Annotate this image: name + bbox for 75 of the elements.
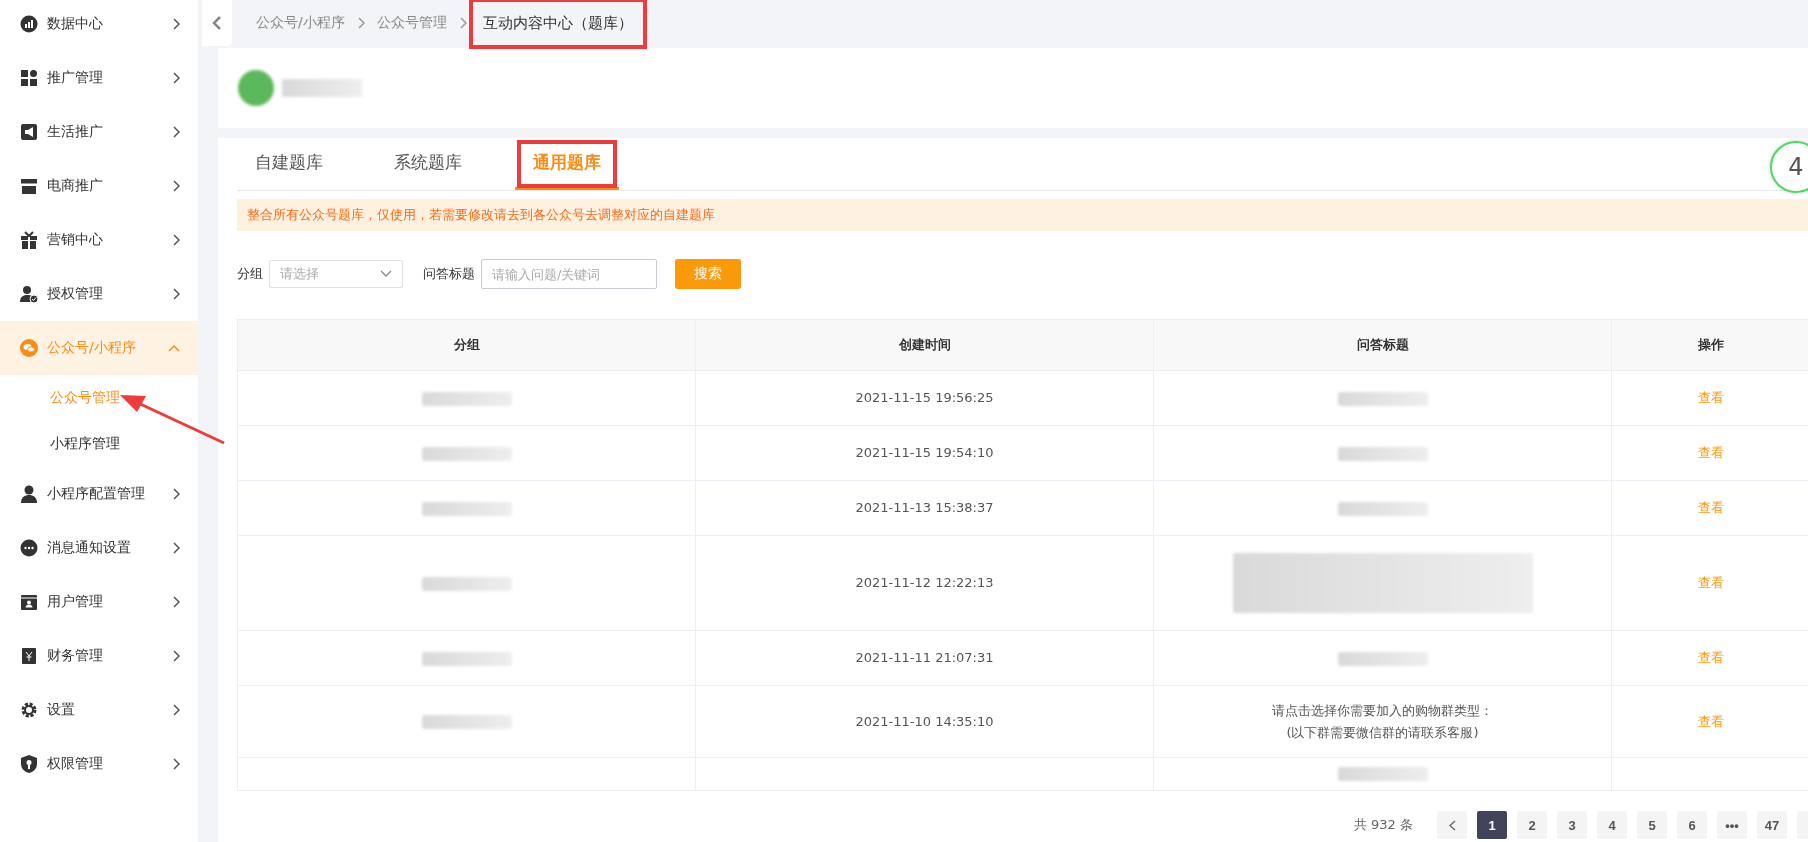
sidebar-item[interactable]: 财务管理: [0, 629, 198, 683]
chevron-right-icon: [172, 72, 180, 84]
chevron-right-icon: [458, 17, 467, 29]
bubble-icon: [20, 539, 38, 557]
chart-icon: [20, 15, 38, 33]
yen-icon: [20, 647, 38, 665]
shield-icon: [20, 755, 38, 773]
table-cell: 2021-11-15 19:56:25: [695, 370, 1154, 426]
chevron-right-icon: [172, 234, 180, 246]
chevron-down-icon: [380, 270, 392, 278]
store-icon: [20, 177, 38, 195]
chevron-right-icon: [172, 488, 180, 500]
sidebar-item[interactable]: 电商推广: [0, 159, 198, 213]
page-button[interactable]: 1: [1477, 811, 1507, 839]
sidebar-item[interactable]: 小程序配置管理: [0, 467, 198, 521]
chevron-left-icon: [212, 15, 222, 31]
megaphone-icon: [20, 123, 38, 141]
avatar-placeholder: [238, 70, 274, 106]
sidebar-subitem[interactable]: 小程序管理: [0, 421, 198, 467]
column-header: 问答标题: [1153, 319, 1612, 371]
floating-badge[interactable]: 4: [1770, 141, 1808, 193]
grid-icon: [20, 69, 38, 87]
sidebar-item[interactable]: 推广管理: [0, 51, 198, 105]
chevron-up-icon: [168, 344, 180, 352]
page-button[interactable]: 2: [1517, 811, 1547, 839]
sidebar-item[interactable]: 生活推广: [0, 105, 198, 159]
sidebar-item[interactable]: 消息通知设置: [0, 521, 198, 575]
table-cell: 2021-11-12 12:22:13: [695, 535, 1154, 631]
chevron-right-icon: [172, 288, 180, 300]
column-header: 分组: [237, 319, 696, 371]
user-check-icon: [20, 285, 38, 303]
chevron-right-icon: [172, 704, 180, 716]
column-header: 操作: [1611, 319, 1808, 371]
notice-banner: 整合所有公众号题库，仅使用，若需要修改请去到各公众号去调整对应的自建题库: [237, 199, 1808, 231]
filter-label: 问答标题: [423, 265, 475, 283]
page-button[interactable]: 47: [1757, 811, 1787, 839]
chevron-left-icon: [1448, 819, 1456, 831]
page-button[interactable]: 6: [1677, 811, 1707, 839]
gear-icon: [20, 701, 38, 719]
tab[interactable]: 自建题库: [237, 138, 341, 190]
chevron-right-icon: [172, 126, 180, 138]
chevron-right-icon: [172, 18, 180, 30]
prev-page-button[interactable]: [1437, 811, 1467, 839]
sidebar-item[interactable]: 权限管理: [0, 737, 198, 791]
folder-user-icon: [20, 593, 38, 611]
table-cell: 请点击选择你需要加入的购物群类型： (以下群需要微信群的请联系客服): [1153, 685, 1612, 758]
chevron-right-icon: [172, 758, 180, 770]
column-header: 创建时间: [695, 319, 1154, 371]
tab[interactable]: 系统题库: [376, 138, 480, 190]
gift-icon: [20, 231, 38, 249]
page-button[interactable]: 5: [1637, 811, 1667, 839]
total-count: 共 932 条: [1353, 816, 1413, 834]
person-icon: [20, 485, 38, 503]
table-cell: 2021-11-11 21:07:31: [695, 630, 1154, 686]
chevron-right-icon: [172, 180, 180, 192]
table-cell: 2021-11-15 19:54:10: [695, 425, 1154, 481]
sidebar-item[interactable]: 营销中心: [0, 213, 198, 267]
back-button[interactable]: [202, 0, 232, 46]
sidebar-item[interactable]: 数据中心: [0, 0, 198, 51]
page-button[interactable]: •••: [1717, 811, 1747, 839]
table-cell: 2021-11-10 14:35:10: [695, 685, 1154, 758]
filter-label: 分组: [237, 265, 263, 283]
chevron-right-icon: [172, 596, 180, 608]
chevron-right-icon: [172, 542, 180, 554]
table-cell: 2021-11-13 15:38:37: [695, 480, 1154, 536]
chevron-right-icon: [356, 17, 365, 29]
page-button[interactable]: 3: [1557, 811, 1587, 839]
search-field[interactable]: 请输入问题/关键词: [481, 259, 657, 289]
sidebar-item[interactable]: 设置: [0, 683, 198, 737]
chat-icon: [20, 339, 38, 357]
sidebar-item[interactable]: 授权管理: [0, 267, 198, 321]
select-placeholder: 请选择: [280, 265, 319, 283]
page-button[interactable]: 4: [1597, 811, 1627, 839]
sidebar-item[interactable]: 用户管理: [0, 575, 198, 629]
chevron-right-icon: [172, 650, 180, 662]
